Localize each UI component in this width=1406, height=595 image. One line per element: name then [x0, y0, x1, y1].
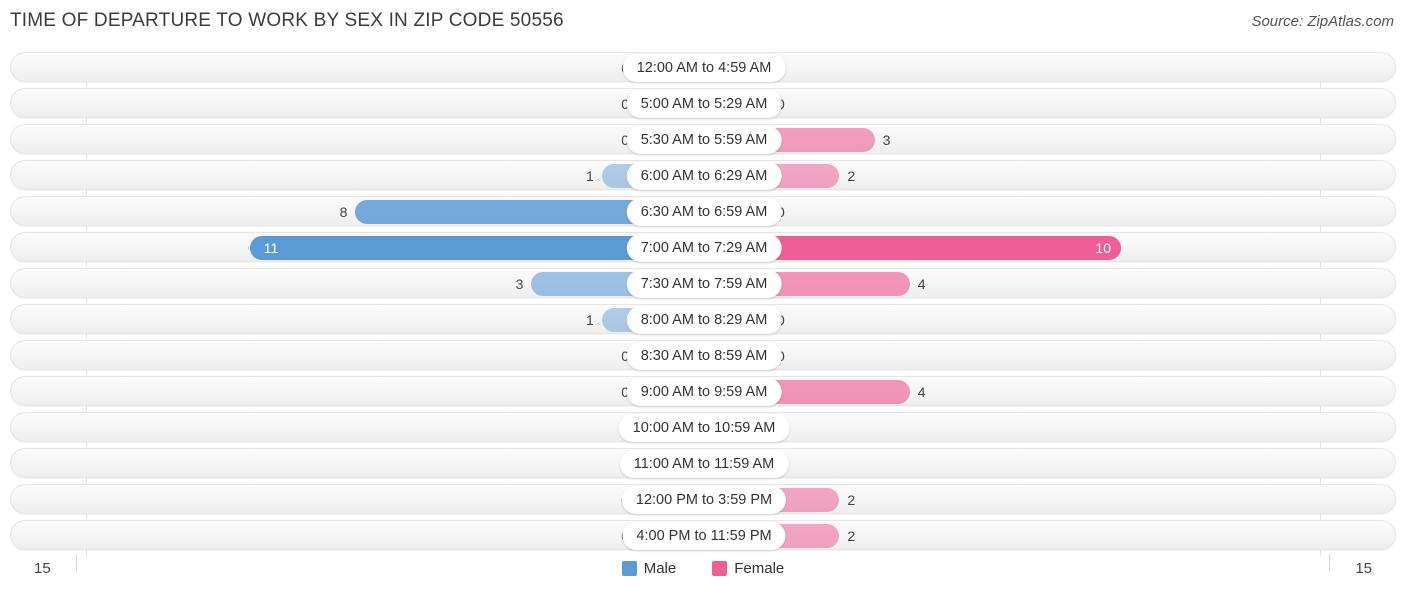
value-label-male: 0 — [621, 96, 629, 112]
chart-plot-area: 0012:00 AM to 4:59 AM005:00 AM to 5:29 A… — [10, 52, 1396, 556]
value-label-female: 4 — [917, 276, 926, 292]
legend-item[interactable]: Female — [712, 560, 784, 577]
value-label-female: 4 — [917, 384, 926, 400]
value-label-male: 1 — [586, 312, 594, 328]
category-label[interactable]: 12:00 PM to 3:59 PM — [621, 486, 787, 514]
value-label-female: 0 — [777, 308, 837, 332]
table-row[interactable]: 0010:00 AM to 10:59 AM — [10, 412, 1396, 442]
category-label[interactable]: 8:30 AM to 8:59 AM — [626, 342, 782, 370]
value-label-male: 11 — [263, 240, 279, 256]
category-label[interactable]: 7:00 AM to 7:29 AM — [626, 234, 782, 262]
legend-item[interactable]: Male — [621, 560, 677, 577]
value-label-female: 0 — [777, 92, 837, 116]
value-label-female: 2 — [847, 528, 856, 544]
value-label-female: 0 — [777, 200, 837, 224]
value-label-male: 0 — [569, 56, 629, 80]
legend-label: Female — [734, 560, 785, 577]
table-row[interactable]: 1 2 6:00 AM to 6:29 AM — [10, 160, 1396, 190]
category-label[interactable]: 5:30 AM to 5:59 AM — [626, 126, 782, 154]
chart-footer: 15 15 Male Female — [10, 554, 1396, 592]
table-row[interactable]: 0 3 5:30 AM to 5:59 AM — [10, 124, 1396, 154]
value-label-male: 0 — [621, 132, 629, 148]
category-label[interactable]: 7:30 AM to 7:59 AM — [626, 270, 782, 298]
table-row[interactable]: 11 10 7:00 AM to 7:29 AM — [10, 232, 1396, 262]
value-label-female: 0 — [777, 344, 837, 368]
value-label-female: 0 — [777, 56, 837, 80]
category-label[interactable]: 10:00 AM to 10:59 AM — [618, 414, 790, 442]
table-row[interactable]: 0 2 4:00 PM to 11:59 PM — [10, 520, 1396, 550]
category-label[interactable]: 5:00 AM to 5:29 AM — [626, 90, 782, 118]
value-label-male: 1 — [586, 168, 594, 184]
table-row[interactable]: 0 4 9:00 AM to 9:59 AM — [10, 376, 1396, 406]
category-label[interactable]: 9:00 AM to 9:59 AM — [626, 378, 782, 406]
table-row[interactable]: 3 4 7:30 AM to 7:59 AM — [10, 268, 1396, 298]
table-row[interactable]: 0 012:00 AM to 4:59 AM — [10, 52, 1396, 82]
category-label[interactable]: 4:00 PM to 11:59 PM — [622, 522, 786, 550]
value-label-male: 0 — [621, 384, 629, 400]
value-label-female: 2 — [847, 492, 856, 508]
value-label-male: 0 — [569, 524, 629, 548]
chart-page: TIME OF DEPARTURE TO WORK BY SEX IN ZIP … — [0, 0, 1406, 595]
table-row[interactable]: 8 06:30 AM to 6:59 AM — [10, 196, 1396, 226]
value-label-male: 8 — [339, 204, 348, 220]
category-label[interactable]: 12:00 AM to 4:59 AM — [622, 54, 786, 82]
page-title: TIME OF DEPARTURE TO WORK BY SEX IN ZIP … — [10, 10, 564, 31]
value-label-female: 10 — [1095, 240, 1111, 256]
value-label-male: 3 — [515, 276, 524, 292]
category-label[interactable]: 6:30 AM to 6:59 AM — [626, 198, 782, 226]
table-row[interactable]: 1 08:00 AM to 8:29 AM — [10, 304, 1396, 334]
value-label-female: 2 — [847, 168, 856, 184]
category-label[interactable]: 11:00 AM to 11:59 AM — [619, 450, 789, 478]
value-label-female: 3 — [882, 132, 891, 148]
chart-header: TIME OF DEPARTURE TO WORK BY SEX IN ZIP … — [0, 0, 1406, 46]
value-label-male: 0 — [569, 488, 629, 512]
legend-swatch-icon — [712, 561, 728, 576]
value-label-male: 0 — [621, 348, 629, 364]
legend-label: Male — [643, 560, 677, 577]
table-row[interactable]: 0011:00 AM to 11:59 AM — [10, 448, 1396, 478]
category-label[interactable]: 6:00 AM to 6:29 AM — [626, 162, 782, 190]
table-row[interactable]: 0 05:00 AM to 5:29 AM — [10, 88, 1396, 118]
source-attribution: Source: ZipAtlas.com — [1251, 13, 1394, 30]
table-row[interactable]: 0 2 12:00 PM to 3:59 PM — [10, 484, 1396, 514]
chart-legend: Male Female — [10, 560, 1396, 577]
category-label[interactable]: 8:00 AM to 8:29 AM — [626, 306, 782, 334]
table-row[interactable]: 0 08:30 AM to 8:59 AM — [10, 340, 1396, 370]
legend-swatch-icon — [621, 561, 637, 576]
